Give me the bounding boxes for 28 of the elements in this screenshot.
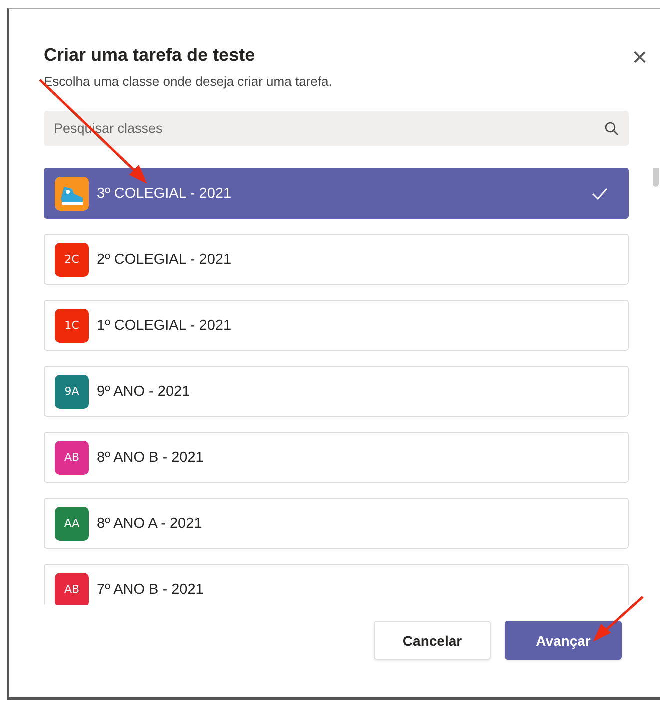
- class-name: 9º ANO - 2021: [97, 384, 192, 400]
- class-item[interactable]: 3º COLEGIAL - 2021: [44, 168, 629, 219]
- class-avatar: 2C: [55, 242, 89, 276]
- dialog-title: Criar uma tarefa de teste: [44, 45, 256, 66]
- class-item[interactable]: AB 8º ANO B - 2021: [44, 432, 629, 483]
- class-item[interactable]: AA 8º ANO A - 2021: [44, 498, 629, 549]
- class-avatar: 1C: [55, 308, 89, 342]
- arrow-annotation: [593, 596, 644, 642]
- checkmark-icon: [592, 188, 608, 200]
- class-item[interactable]: 9A 9º ANO - 2021: [44, 366, 629, 417]
- class-avatar: AB: [55, 440, 89, 474]
- class-item[interactable]: 2C 2º COLEGIAL - 2021: [44, 234, 629, 285]
- class-name: 8º ANO B - 2021: [97, 450, 205, 466]
- close-button[interactable]: ×: [628, 43, 652, 71]
- search-icon: [605, 122, 619, 136]
- dialog-subtitle: Escolha uma classe onde deseja criar uma tarefa.: [44, 74, 332, 89]
- class-avatar: 9A: [55, 374, 89, 408]
- class-avatar: AA: [55, 506, 89, 540]
- class-item[interactable]: 1C 1º COLEGIAL - 2021: [44, 300, 629, 351]
- class-name: 1º COLEGIAL - 2021: [97, 318, 233, 334]
- class-item[interactable]: AB 7º ANO B - 2021: [44, 564, 629, 605]
- class-name: 2º COLEGIAL - 2021: [97, 252, 233, 268]
- class-name: 3º COLEGIAL - 2021: [97, 186, 233, 202]
- class-avatar: AB: [55, 572, 89, 605]
- cancel-button[interactable]: Cancelar: [374, 621, 491, 660]
- class-name: 7º ANO B - 2021: [97, 582, 205, 598]
- next-button[interactable]: Avançar: [505, 621, 622, 660]
- class-name: 8º ANO A - 2021: [97, 516, 204, 532]
